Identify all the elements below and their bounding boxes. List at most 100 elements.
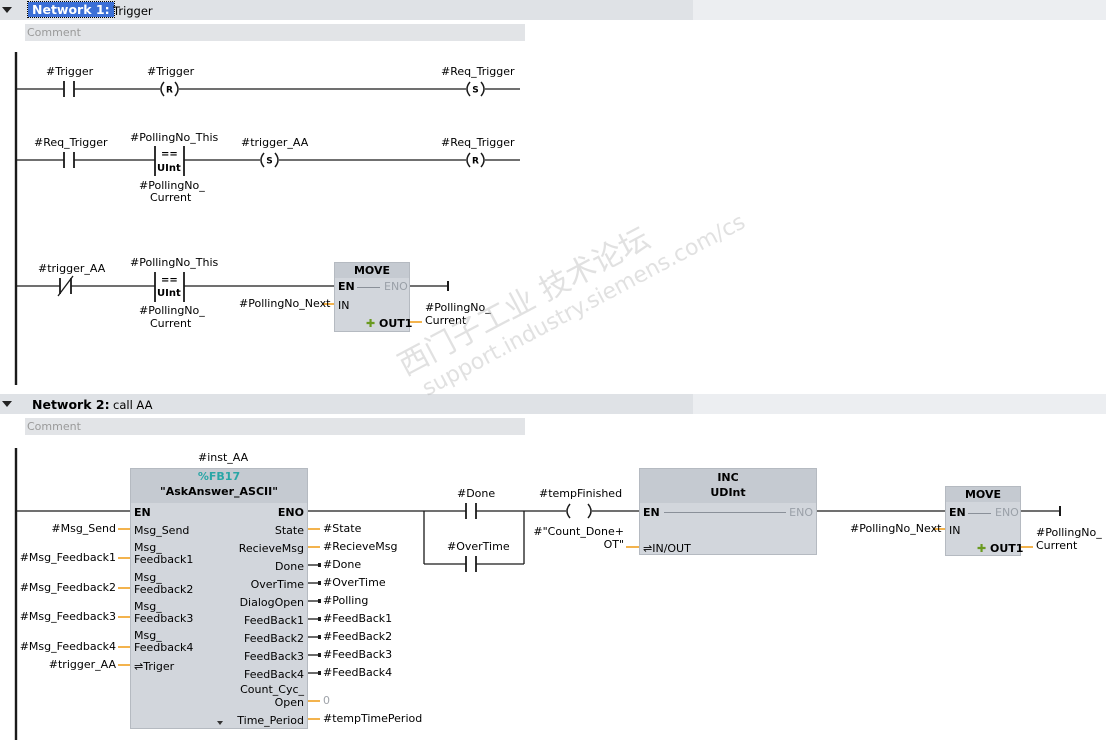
network-2-description[interactable]: call AA [113,398,152,412]
coil-letter-s: S [472,86,478,96]
fb-output-var[interactable]: #FeedBack3 [323,648,392,661]
move-in-pin[interactable]: IN [949,524,960,537]
fb-output-pin[interactable]: FeedBack2 [244,632,304,645]
move-out1-pin[interactable]: OUT1 [379,317,412,330]
network-1-comment[interactable]: Comment [25,24,525,41]
fb-output-var[interactable]: #Polling [323,594,368,607]
fb-input-var[interactable]: #Msg_Feedback1 [20,551,116,564]
coil-tempfinished-label[interactable]: #tempFinished [539,487,622,500]
compare-bottom-operand-cont: Current [150,317,192,330]
collapse-triangle-icon[interactable] [2,7,12,13]
fb-output-var[interactable]: #FeedBack4 [323,666,392,679]
network-2-comment[interactable]: Comment [25,418,525,435]
move-out-var[interactable]: #PollingNo_ [1036,526,1102,539]
add-output-icon[interactable]: ✚ [366,317,375,330]
move-block[interactable]: MOVE EN ENO IN ✚ OUT1 [334,262,412,332]
contact-overtime-label[interactable]: #OverTime [447,540,510,553]
contact-trigger-label[interactable]: #Trigger [46,65,93,78]
move-en-pin[interactable]: EN [949,506,966,519]
fb-output-var[interactable]: #FeedBack1 [323,612,392,625]
compare-top-operand[interactable]: #PollingNo_This [130,256,218,269]
move-out-var[interactable]: #PollingNo_ [425,301,491,314]
fb-output-pin[interactable]: FeedBack1 [244,614,304,627]
fb-output-pin[interactable]: Time_Period [237,714,304,727]
coil-letter-s: S [266,157,272,167]
coil-letter-r: R [166,86,173,96]
expand-arrow-icon[interactable] [217,721,223,725]
compare-bottom-operand-cont: Current [150,191,192,204]
fb-eno-pin[interactable]: ENO [278,506,304,519]
move-en-pin[interactable]: EN [338,280,355,293]
inc-block-title: INC [717,471,739,484]
compare-top-operand[interactable]: #PollingNo_This [130,131,218,144]
fb-output-var[interactable]: #State [323,522,361,535]
network-2-title[interactable]: Network 2: [32,397,110,412]
fb-input-var[interactable]: #Msg_Send [51,522,116,535]
network-1-header[interactable]: Network 1: Trigger [0,0,1106,20]
fb-output-pin[interactable]: RecieveMsg [239,542,304,555]
compare-operator: == [161,275,178,286]
fb-output-pin[interactable]: FeedBack3 [244,650,304,663]
reset-coil-label[interactable]: #Req_Trigger [441,136,515,149]
compare-type: UInt [157,288,181,299]
reset-coil-label[interactable]: #Trigger [147,65,194,78]
inc-inout-var-cont: OT" [603,538,624,551]
fb-input-pin-cont: Feedback2 [134,583,194,596]
fb-name: "AskAnswer_ASCII" [160,485,278,498]
move-out1-pin[interactable]: OUT1 [990,542,1023,555]
inc-en-pin[interactable]: EN [643,506,660,519]
fb-input-var[interactable]: #Msg_Feedback2 [20,581,116,594]
inc-block-type: UDInt [710,486,746,499]
network-1-title[interactable]: Network 1: [27,1,115,18]
inc-eno-pin[interactable]: ENO [789,506,813,519]
contact-nc-trigger-aa-label[interactable]: #trigger_AA [38,262,105,275]
fb-input-var[interactable]: #Msg_Feedback4 [20,640,116,653]
move-block-title: MOVE [335,263,409,278]
fb-call-block[interactable]: %FB17 "AskAnswer_ASCII" EN ENO Msg_Send M… [130,468,308,729]
fb-output-var[interactable]: 0 [323,694,330,707]
fb-output-var[interactable]: #tempTimePeriod [323,712,422,725]
inc-block[interactable]: INC UDInt EN ENO ⇌IN/OUT [639,468,817,555]
fb-output-pin[interactable]: DialogOpen [240,596,304,609]
fb-input-pin-cont: Feedback1 [134,553,194,566]
inc-inout-var[interactable]: #"Count_Done+ [533,525,624,538]
move-eno-pin[interactable]: ENO [995,506,1019,519]
fb-output-var[interactable]: #OverTime [323,576,386,589]
move-block[interactable]: MOVE EN ENO IN ✚ OUT1 [945,486,1023,556]
fb-output-var[interactable]: #FeedBack2 [323,630,392,643]
fb-input-var[interactable]: #Msg_Feedback3 [20,610,116,623]
coil-letter-r: R [472,157,479,167]
fb-output-pin[interactable]: Count_Cyc_ [240,683,304,696]
move-in-pin[interactable]: IN [338,299,349,312]
fb-input-pin[interactable]: Msg_Send [134,524,189,537]
move-in-var[interactable]: #PollingNo_Next [239,297,330,310]
inc-inout-pin[interactable]: ⇌IN/OUT [643,542,691,555]
fb-input-pin[interactable]: ⇌Triger [134,660,174,673]
collapse-triangle-icon[interactable] [2,401,12,407]
fb-output-var[interactable]: #Done [323,558,361,571]
fb-instance-db[interactable]: #inst_AA [198,451,248,464]
fb-input-var[interactable]: #trigger_AA [49,658,116,671]
add-output-icon[interactable]: ✚ [977,542,986,555]
set-coil-label[interactable]: #trigger_AA [241,136,308,149]
move-out-var-cont: Current [1036,539,1078,552]
fb-output-var[interactable]: #RecieveMsg [323,540,398,553]
fb-output-pin-cont: Open [274,696,304,709]
network-2-header[interactable]: Network 2: call AA [0,394,1106,414]
fb-number: %FB17 [197,470,241,483]
network-1-description[interactable]: Trigger [113,4,153,18]
contact-req-trigger-label[interactable]: #Req_Trigger [34,136,108,149]
contact-done-label[interactable]: #Done [457,487,495,500]
move-in-var[interactable]: #PollingNo_Next [850,522,941,535]
inc-block-header: INC UDInt [640,469,816,503]
fb-en-pin[interactable]: EN [134,506,151,519]
fb-output-pin[interactable]: Done [275,560,304,573]
fb-output-pin[interactable]: OverTime [251,578,304,591]
move-eno-pin[interactable]: ENO [384,280,408,293]
move-out-var-cont: Current [425,314,467,327]
set-coil-label[interactable]: #Req_Trigger [441,65,515,78]
compare-bottom-operand[interactable]: #PollingNo_ [139,304,205,317]
fb-output-pin[interactable]: State [275,524,304,537]
move-block-title: MOVE [946,487,1020,502]
fb-output-pin[interactable]: FeedBack4 [244,668,304,681]
